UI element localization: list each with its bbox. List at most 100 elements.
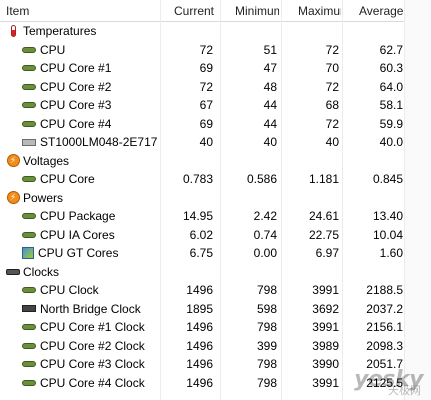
- item-name: Powers: [23, 190, 64, 205]
- item-name: CPU Core #3 Clock: [40, 357, 145, 372]
- power-icon: ⚡: [6, 191, 20, 205]
- item-name: CPU: [40, 42, 66, 57]
- current-value: 72: [199, 42, 213, 57]
- current-value: 72: [199, 79, 213, 94]
- average-value: 2188.5: [366, 283, 403, 298]
- minimum-value: 0.586: [246, 172, 277, 187]
- sensor-label: CPU IA Cores: [6, 226, 158, 245]
- minimum-value: 0.74: [253, 227, 277, 242]
- sensor-label: CPU Core #2: [6, 78, 158, 97]
- current-value: 1496: [186, 338, 213, 353]
- average-value: 58.1: [379, 98, 403, 113]
- minimum-value: 798: [256, 375, 277, 390]
- sensor-chip-icon: [22, 176, 36, 183]
- item-name: Clocks: [23, 264, 60, 279]
- column-header-average[interactable]: Average: [343, 0, 405, 21]
- thermometer-icon: [6, 24, 20, 38]
- column-divider[interactable]: [160, 0, 161, 400]
- average-value: 40.0: [379, 135, 403, 150]
- maximum-value: 6.97: [315, 246, 339, 261]
- minimum-value: 2.42: [253, 209, 277, 224]
- average-value: 1.60: [379, 246, 403, 261]
- current-value: 6.02: [189, 227, 213, 242]
- column-divider[interactable]: [342, 0, 343, 400]
- table-row[interactable]: CPU Core #2 Clock 1496 399 3989 2098.3: [0, 337, 431, 356]
- item-name: Temperatures: [23, 24, 97, 39]
- sensor-label: CPU Core #1: [6, 59, 158, 78]
- group-row[interactable]: ⚡ Powers: [0, 189, 431, 208]
- table-row[interactable]: CPU Core #1 Clock 1496 798 3991 2156.1: [0, 318, 431, 337]
- group-row[interactable]: Temperatures: [0, 22, 431, 41]
- current-value: 6.75: [189, 246, 213, 261]
- watermark-logo: yesky 天极网: [354, 367, 423, 397]
- group-label: ⚡ Voltages: [6, 152, 158, 171]
- sensor-chip-icon: [22, 287, 36, 294]
- item-name: CPU GT Cores: [38, 246, 119, 261]
- hard-disk-icon: [22, 138, 36, 146]
- column-divider[interactable]: [220, 0, 221, 400]
- item-name: CPU Core #2 Clock: [40, 338, 145, 353]
- sensor-label: CPU GT Cores: [6, 244, 158, 263]
- column-divider[interactable]: [281, 0, 282, 400]
- current-value: 69: [199, 116, 213, 131]
- table-row[interactable]: North Bridge Clock 1895 598 3692 2037.2: [0, 300, 431, 319]
- column-header-current[interactable]: Current: [158, 0, 215, 21]
- average-value: 2037.2: [366, 301, 403, 316]
- sensor-chip-icon: [22, 231, 36, 238]
- sensor-chip-icon: [22, 65, 36, 72]
- sensor-table: Item Current Minimum Maximum Average Tem…: [0, 0, 431, 400]
- maximum-value: 70: [325, 61, 339, 76]
- sensor-chip-icon: [22, 342, 36, 349]
- table-row[interactable]: CPU Core #4 69 44 72 59.9: [0, 115, 431, 134]
- current-value: 1496: [186, 320, 213, 335]
- maximum-value: 72: [325, 42, 339, 57]
- minimum-value: 40: [263, 135, 277, 150]
- sensor-label: CPU Core #3 Clock: [6, 355, 158, 374]
- table-header: Item Current Minimum Maximum Average: [0, 0, 431, 22]
- table-row[interactable]: CPU Core #1 69 47 70 60.3: [0, 59, 431, 78]
- group-label: ⚡ Powers: [6, 189, 158, 208]
- item-name: CPU Clock: [40, 283, 99, 298]
- vertical-scrollbar[interactable]: [404, 0, 431, 400]
- table-row[interactable]: CPU Package 14.95 2.42 24.61 13.40: [0, 207, 431, 226]
- table-row[interactable]: CPU Core #2 72 48 72 64.0: [0, 78, 431, 97]
- column-header-minimum[interactable]: Minimum: [219, 0, 279, 21]
- table-row[interactable]: CPU Core #3 67 44 68 58.1: [0, 96, 431, 115]
- sensor-label: CPU Clock: [6, 281, 158, 300]
- maximum-value: 3692: [312, 301, 339, 316]
- average-value: 62.7: [379, 42, 403, 57]
- maximum-value: 24.61: [308, 209, 339, 224]
- sensor-chip-icon: [22, 213, 36, 220]
- average-value: 0.845: [372, 172, 403, 187]
- item-name: CPU Core #2: [40, 79, 112, 94]
- sensor-label: CPU Core: [6, 170, 158, 189]
- table-row[interactable]: CPU GT Cores 6.75 0.00 6.97 1.60: [0, 244, 431, 263]
- item-name: CPU Core #4: [40, 116, 112, 131]
- table-row[interactable]: ST1000LM048-2E7172 40 40 40 40.0: [0, 133, 431, 152]
- maximum-value: 22.75: [308, 227, 339, 242]
- sensor-chip-icon: [22, 46, 36, 53]
- current-value: 1496: [186, 357, 213, 372]
- column-header-item[interactable]: Item: [6, 0, 158, 21]
- north-bridge-icon: [22, 305, 36, 313]
- group-row[interactable]: ⚡ Voltages: [0, 152, 431, 171]
- current-value: 1895: [186, 301, 213, 316]
- current-value: 69: [199, 61, 213, 76]
- table-row[interactable]: CPU Core 0.783 0.586 1.181 0.845: [0, 170, 431, 189]
- minimum-value: 798: [256, 283, 277, 298]
- table-row[interactable]: CPU 72 51 72 62.7: [0, 41, 431, 60]
- table-body: Temperatures CPU 72 51 72 62.7 CPU Core #1 69 47…: [0, 22, 431, 392]
- group-row[interactable]: Clocks: [0, 263, 431, 282]
- sensor-chip-icon: [22, 102, 36, 109]
- column-header-maximum[interactable]: Maximum: [282, 0, 341, 21]
- maximum-value: 3991: [312, 283, 339, 298]
- current-value: 67: [199, 98, 213, 113]
- table-row[interactable]: CPU IA Cores 6.02 0.74 22.75 10.04: [0, 226, 431, 245]
- average-value: 64.0: [379, 79, 403, 94]
- maximum-value: 3991: [312, 320, 339, 335]
- group-label: Temperatures: [6, 22, 158, 41]
- sensor-chip-icon: [22, 324, 36, 331]
- minimum-value: 47: [263, 61, 277, 76]
- item-name: CPU Core #3: [40, 98, 112, 113]
- table-row[interactable]: CPU Clock 1496 798 3991 2188.5: [0, 281, 431, 300]
